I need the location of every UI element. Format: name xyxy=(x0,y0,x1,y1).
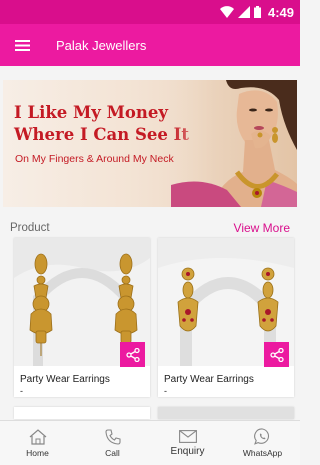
phone-icon xyxy=(104,428,121,445)
product-card[interactable]: Party Wear Earrings - xyxy=(14,238,150,397)
product-name: Party Wear Earrings xyxy=(164,374,254,385)
banner-headline-2: Where I Can See It xyxy=(14,125,189,144)
view-more-link[interactable]: View More xyxy=(234,221,290,235)
app-title: Palak Jewellers xyxy=(56,37,147,53)
nav-enquiry[interactable]: Enquiry xyxy=(150,421,225,465)
nav-home[interactable]: Home xyxy=(0,421,75,465)
whatsapp-icon xyxy=(254,428,270,445)
nav-home-label: Home xyxy=(26,447,49,458)
share-button[interactable] xyxy=(120,342,145,367)
banner-model-image xyxy=(171,80,297,207)
product-price: - xyxy=(164,386,167,396)
promo-banner[interactable]: I Like My Money Where I Can See It On My… xyxy=(3,80,297,207)
battery-icon xyxy=(253,6,261,18)
nav-call[interactable]: Call xyxy=(75,421,150,465)
share-icon xyxy=(269,347,284,362)
status-time: 4:49 xyxy=(267,4,294,20)
nav-enquiry-label: Enquiry xyxy=(170,445,205,457)
app-bar: Palak Jewellers xyxy=(0,24,300,66)
nav-whatsapp[interactable]: WhatsApp xyxy=(225,421,300,465)
nav-whatsapp-label: WhatsApp xyxy=(242,448,283,458)
mail-icon xyxy=(178,429,197,443)
product-card[interactable]: Party Wear Earrings - xyxy=(158,238,294,397)
product-card-partial[interactable] xyxy=(158,407,294,419)
hamburger-icon xyxy=(14,39,30,51)
share-icon xyxy=(125,347,140,362)
share-button[interactable] xyxy=(264,342,289,367)
status-icons: 4:49 xyxy=(219,4,294,20)
banner-headline-1: I Like My Money xyxy=(14,103,168,122)
bottom-nav: Home Call Enquiry WhatsApp xyxy=(0,420,300,465)
home-icon xyxy=(29,428,46,445)
section-title: Product xyxy=(10,222,50,234)
signal-icon xyxy=(237,6,250,18)
banner-subtitle: On My Fingers & Around My Neck xyxy=(15,153,174,165)
nav-call-label: Call xyxy=(105,447,120,458)
product-card-partial[interactable] xyxy=(14,407,150,419)
status-bar: 4:49 xyxy=(0,0,300,24)
wifi-icon xyxy=(219,6,234,18)
menu-button[interactable] xyxy=(0,24,44,66)
product-price: - xyxy=(20,386,23,396)
product-name: Party Wear Earrings xyxy=(20,374,110,385)
